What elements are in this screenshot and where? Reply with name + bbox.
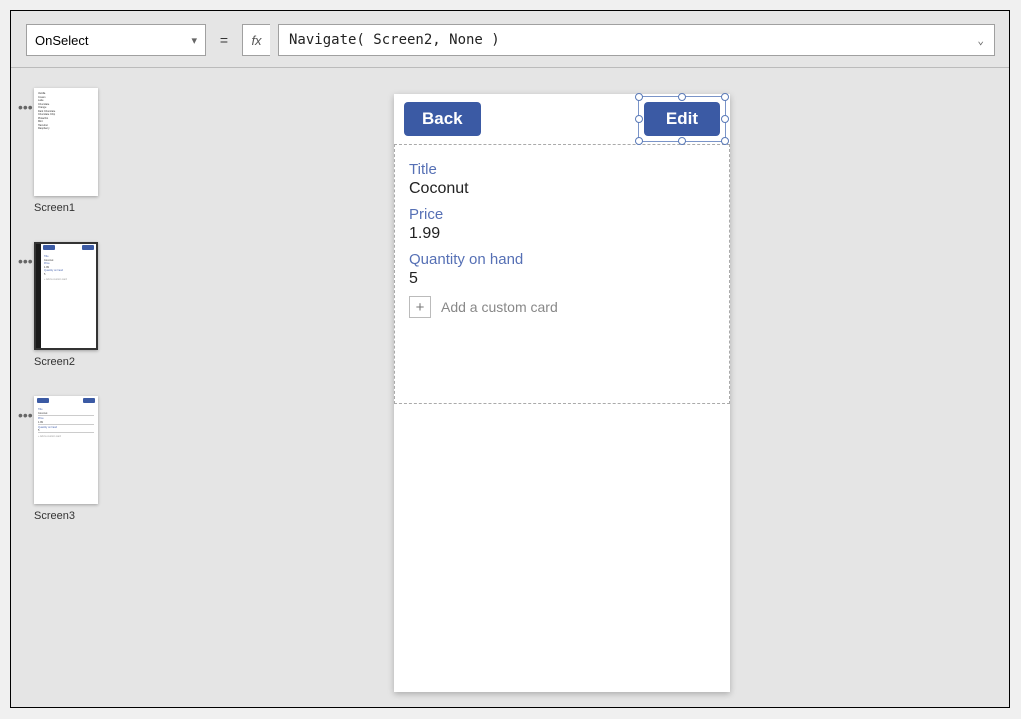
thumb-mini-content: Title Coconut Price 1.99 Quantity on han… xyxy=(41,253,96,284)
mini-cancel-button xyxy=(37,398,49,403)
resize-handle[interactable] xyxy=(635,115,643,123)
plus-icon: + xyxy=(409,296,431,318)
screen-thumb-3: ••• Title Coconut Price 1.99 Quantity on… xyxy=(16,396,121,522)
thumb-sidebar xyxy=(36,244,41,348)
field-value-quantity: 5 xyxy=(409,270,715,288)
thumb-mini-content: Title Coconut Price 1.99 Quantity on han… xyxy=(35,406,97,441)
resize-handle[interactable] xyxy=(721,137,729,145)
fx-label: fx xyxy=(242,24,270,56)
resize-handle[interactable] xyxy=(678,137,686,145)
mini-edit-button xyxy=(82,245,94,250)
formula-input[interactable]: Navigate( Screen2, None ) ⌄ xyxy=(278,24,995,56)
screen-thumbnail[interactable]: Vanilla Cream Latte Chocolate Orange Dar… xyxy=(34,88,98,196)
screen-header: Back Edit xyxy=(394,94,730,144)
field-label-price: Price xyxy=(409,206,715,223)
screen-thumbnail[interactable]: Title Coconut Price 1.99 Quantity on han… xyxy=(34,396,98,504)
property-value: OnSelect xyxy=(35,33,88,48)
more-icon[interactable]: ••• xyxy=(18,100,33,114)
app-frame: OnSelect ▾ = fx Navigate( Screen2, None … xyxy=(10,10,1010,708)
more-icon[interactable]: ••• xyxy=(18,254,33,268)
resize-handle[interactable] xyxy=(721,115,729,123)
property-dropdown[interactable]: OnSelect ▾ xyxy=(26,24,206,56)
field-value-title: Coconut xyxy=(409,180,715,198)
mini-input: 1.99 xyxy=(38,421,94,425)
resize-handle[interactable] xyxy=(635,137,643,145)
mini-back-button xyxy=(43,245,55,250)
selected-control: Edit xyxy=(644,102,720,136)
screen-thumbnail[interactable]: Title Coconut Price 1.99 Quantity on han… xyxy=(34,242,98,350)
display-form[interactable]: Title Coconut Price 1.99 Quantity on han… xyxy=(394,144,730,404)
thumb-mini-header xyxy=(41,244,96,253)
field-label-quantity: Quantity on hand xyxy=(409,251,715,268)
more-icon[interactable]: ••• xyxy=(18,408,33,422)
add-custom-card[interactable]: + Add a custom card xyxy=(409,296,715,318)
thumb-mini-content: Vanilla Cream Latte Chocolate Orange Dar… xyxy=(38,92,78,131)
mini-save-button xyxy=(83,398,95,403)
screen-thumb-1: ••• Vanilla Cream Latte Chocolate Orange… xyxy=(16,88,121,214)
formula-text: Navigate( Screen2, None ) xyxy=(289,32,500,48)
screen-label: Screen1 xyxy=(34,202,121,214)
edit-button[interactable]: Edit xyxy=(644,102,720,136)
screen-thumb-2: ••• Title Coconut Price 1.99 Q xyxy=(16,242,121,368)
field-value-price: 1.99 xyxy=(409,225,715,243)
chevron-down-icon: ▾ xyxy=(191,34,197,47)
resize-handle[interactable] xyxy=(678,93,686,101)
workspace: ••• Vanilla Cream Latte Chocolate Orange… xyxy=(11,67,1009,707)
mini-input: 5 xyxy=(38,429,94,433)
add-card-label: Add a custom card xyxy=(441,299,558,315)
screens-panel: ••• Vanilla Cream Latte Chocolate Orange… xyxy=(11,88,121,550)
resize-handle[interactable] xyxy=(635,93,643,101)
chevron-down-icon[interactable]: ⌄ xyxy=(977,34,984,47)
formula-bar: OnSelect ▾ = fx Navigate( Screen2, None … xyxy=(26,24,995,56)
screen-label: Screen3 xyxy=(34,510,121,522)
back-button[interactable]: Back xyxy=(404,102,481,136)
thumb-mini-header xyxy=(35,397,97,406)
canvas-screen: Back Edit Title Coconut Price xyxy=(394,94,730,692)
equals-sign: = xyxy=(214,24,234,56)
resize-handle[interactable] xyxy=(721,93,729,101)
field-label-title: Title xyxy=(409,161,715,178)
screen-label: Screen2 xyxy=(34,356,121,368)
mini-input: Coconut xyxy=(38,412,94,416)
